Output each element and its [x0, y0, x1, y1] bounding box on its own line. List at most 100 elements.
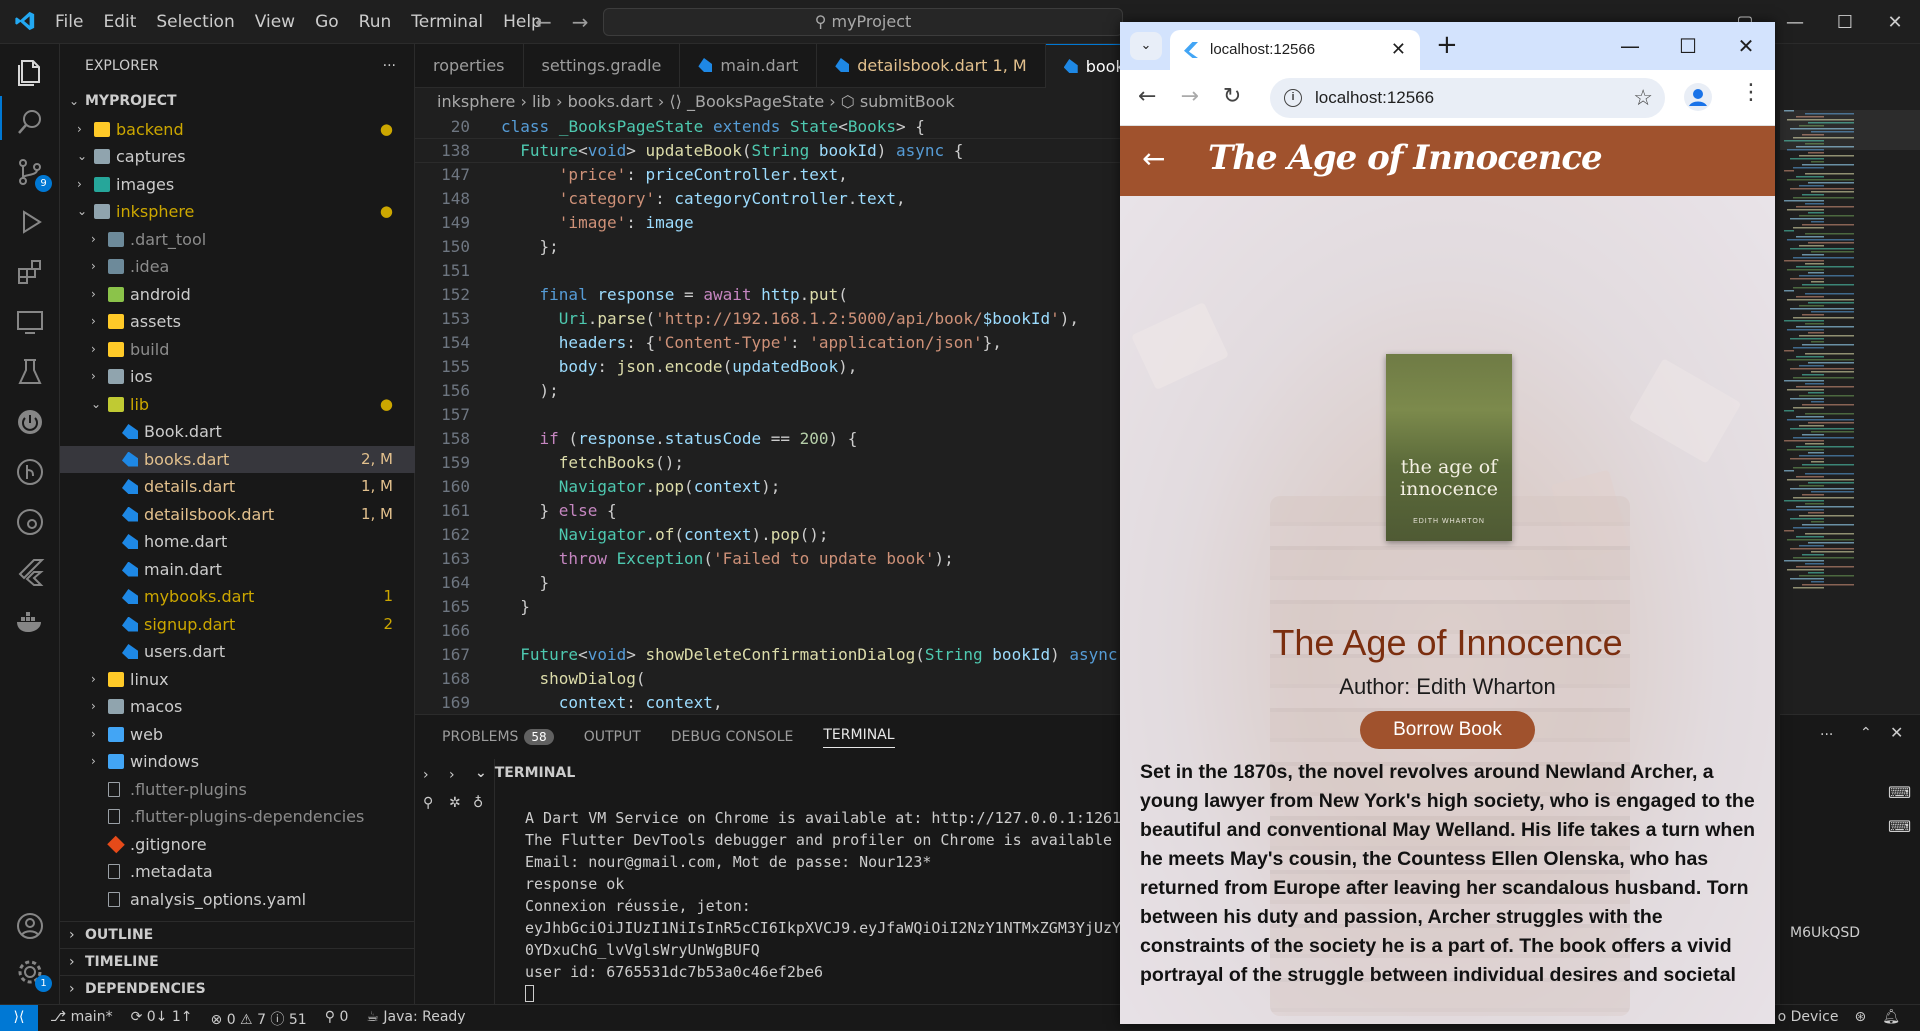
tree-item[interactable]: › android — [60, 281, 415, 309]
tab-output[interactable]: OUTPUT — [584, 729, 641, 745]
remote-explorer-icon[interactable] — [14, 306, 46, 338]
browser-forward-icon[interactable]: → — [1180, 84, 1198, 109]
java-status[interactable]: ☕ Java: Ready — [366, 1009, 465, 1029]
chevron-down-icon[interactable]: ⌄ — [475, 765, 487, 781]
code-line[interactable]: 149 'image': image — [415, 211, 1120, 235]
tree-item[interactable]: books.dart 2, M — [60, 445, 415, 473]
code-line[interactable]: 166 — [415, 619, 1120, 643]
tree-item[interactable]: .flutter-plugins — [60, 776, 415, 804]
tab-debug-console[interactable]: DEBUG CONSOLE — [671, 729, 794, 745]
code-line[interactable]: 169 context: context, — [415, 691, 1120, 715]
tab-terminal[interactable]: TERMINAL — [823, 727, 895, 748]
tree-item[interactable]: .gitignore — [60, 831, 415, 859]
breadcrumb[interactable]: inksphere › lib › books.dart › ⟨⟩ _Books… — [415, 88, 1120, 115]
accounts-icon[interactable] — [14, 910, 46, 942]
run-debug-icon[interactable] — [14, 206, 46, 238]
pin-icon[interactable]: ⚲ — [423, 795, 433, 811]
code-line[interactable]: 152 final response = await http.put( — [415, 283, 1120, 307]
editor-tab[interactable]: roperties — [415, 44, 524, 88]
bookmark-star-icon[interactable]: ☆ — [1633, 78, 1653, 118]
tree-item[interactable]: › .dart_tool — [60, 226, 415, 254]
command-center[interactable]: ⚲ myProject — [603, 8, 1123, 36]
terminal-instance-icon[interactable]: ⌨ — [1888, 817, 1911, 836]
new-tab-icon[interactable]: + — [1436, 30, 1458, 60]
minimap[interactable] — [1780, 110, 1920, 710]
menu-view[interactable]: View — [255, 12, 295, 32]
chevron-right-icon[interactable]: › — [449, 767, 455, 783]
power-icon[interactable] — [14, 406, 46, 438]
search-icon[interactable] — [14, 106, 46, 138]
back-arrow-icon[interactable]: ← — [535, 10, 552, 34]
outline-section[interactable]: OUTLINE — [60, 921, 415, 949]
terminal-output[interactable]: A Dart VM Service on Chrome is available… — [525, 807, 1120, 983]
tree-item[interactable]: detailsbook.dart 1, M — [60, 501, 415, 529]
tree-item[interactable]: › web — [60, 721, 415, 749]
code-line[interactable]: 163 throw Exception('Failed to update bo… — [415, 547, 1120, 571]
testing-icon[interactable] — [14, 356, 46, 388]
tree-item[interactable]: ⌄ lib ● — [60, 391, 415, 419]
device-status[interactable]: o Device — [1778, 1009, 1839, 1025]
profile-avatar-icon[interactable] — [1683, 82, 1713, 112]
code-line[interactable]: 151 — [415, 259, 1120, 283]
code-line[interactable]: 167 Future<void> showDeleteConfirmationD… — [415, 643, 1120, 667]
tree-item[interactable]: › assets — [60, 308, 415, 336]
editor-tab[interactable]: detailsbook.dart 1, M — [817, 44, 1046, 88]
tree-item[interactable]: details.dart 1, M — [60, 473, 415, 501]
browser-menu-icon[interactable]: ⋮ — [1740, 80, 1762, 105]
more-actions-icon[interactable]: ··· — [383, 44, 396, 88]
maximize-panel-icon[interactable]: ⌃ — [1860, 725, 1872, 741]
gitlens-icon[interactable] — [14, 506, 46, 538]
tree-item[interactable]: › .idea — [60, 253, 415, 281]
code-area[interactable]: 20 class _BooksPageState extends State<Bo… — [415, 115, 1120, 715]
ports-status[interactable]: ⚲ 0 — [325, 1009, 349, 1029]
tree-item[interactable]: › backend ● — [60, 116, 415, 144]
dependencies-section[interactable]: DEPENDENCIES — [60, 975, 415, 1003]
code-line[interactable]: 148 'category': categoryController.text, — [415, 187, 1120, 211]
minimize-icon[interactable]: — — [1770, 12, 1820, 33]
close-window-icon[interactable]: ✕ — [1870, 12, 1920, 33]
sync-status[interactable]: ⟳ 0↓ 1↑ — [131, 1009, 193, 1029]
manage-gear-icon[interactable]: 1 — [14, 956, 52, 992]
browser-back-icon[interactable]: ← — [1138, 84, 1156, 109]
location-icon[interactable]: ♁ — [473, 795, 483, 811]
close-tab-icon[interactable]: ✕ — [1391, 39, 1406, 60]
code-line[interactable]: 168 showDialog( — [415, 667, 1120, 691]
browser-minimize-icon[interactable]: — — [1601, 34, 1659, 58]
tree-item[interactable]: main.dart — [60, 556, 415, 584]
more-icon[interactable]: ··· — [1820, 727, 1833, 743]
tab-search-icon[interactable]: ⌄ — [1130, 32, 1162, 60]
site-info-icon[interactable]: i — [1284, 89, 1302, 107]
tree-item[interactable]: › ios — [60, 363, 415, 391]
code-line[interactable]: 150 }; — [415, 235, 1120, 259]
tree-item[interactable]: ⌄ inksphere ● — [60, 198, 415, 226]
code-line[interactable]: 138 Future<void> updateBook(String bookI… — [415, 139, 1120, 163]
explorer-icon[interactable] — [14, 56, 46, 88]
code-line[interactable]: 147 'price': priceController.text, — [415, 163, 1120, 187]
branch-status[interactable]: ⎇ main* — [50, 1009, 113, 1029]
tree-item[interactable]: › build — [60, 336, 415, 364]
browser-tab[interactable]: localhost:12566 ✕ — [1170, 30, 1420, 70]
tree-item[interactable]: mybooks.dart 1 — [60, 583, 415, 611]
code-line[interactable]: 157 — [415, 403, 1120, 427]
debug-icon[interactable]: ✲ — [449, 795, 461, 811]
maximize-icon[interactable]: ☐ — [1820, 12, 1870, 33]
tab-problems[interactable]: PROBLEMS 58 — [442, 729, 554, 745]
notifications-icon[interactable]: 🔔︎ — [1882, 1009, 1900, 1025]
docker-icon[interactable] — [14, 606, 46, 638]
code-line[interactable]: 164 } — [415, 571, 1120, 595]
app-back-arrow-icon[interactable]: ← — [1142, 142, 1165, 175]
address-bar[interactable]: i localhost:12566 ☆ — [1270, 78, 1665, 118]
extensions-icon[interactable] — [14, 256, 46, 288]
tree-item[interactable]: › macos — [60, 693, 415, 721]
code-line[interactable]: 154 headers: {'Content-Type': 'applicati… — [415, 331, 1120, 355]
tree-item[interactable]: users.dart — [60, 638, 415, 666]
code-line[interactable]: 165 } — [415, 595, 1120, 619]
menu-terminal[interactable]: Terminal — [411, 12, 483, 32]
project-root[interactable]: ⌄ MYPROJECT — [60, 88, 415, 116]
remote-icon[interactable]: ⟩⟨ — [0, 1005, 38, 1031]
forward-arrow-icon[interactable]: → — [572, 10, 589, 34]
tree-item[interactable]: › linux — [60, 666, 415, 694]
menu-selection[interactable]: Selection — [156, 12, 234, 32]
menu-go[interactable]: Go — [315, 12, 339, 32]
code-line[interactable]: 156 ); — [415, 379, 1120, 403]
